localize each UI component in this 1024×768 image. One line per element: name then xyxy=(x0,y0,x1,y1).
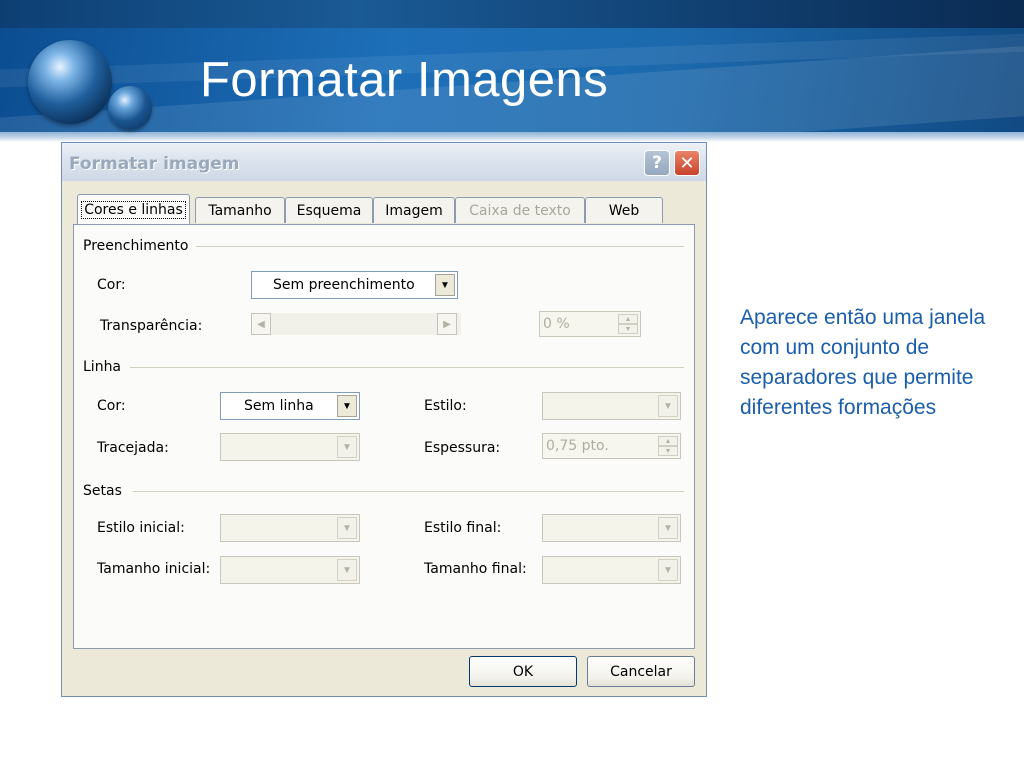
chevron-down-icon[interactable]: ▼ xyxy=(337,395,357,417)
close-icon: ✕ xyxy=(679,152,695,174)
small-globe-icon xyxy=(108,86,152,130)
end-style-label: Estilo final: xyxy=(424,520,502,536)
dashed-label: Tracejada: xyxy=(97,440,169,456)
chevron-down-icon[interactable]: ▼ xyxy=(337,436,357,458)
spin-down-icon[interactable]: ▼ xyxy=(658,446,678,456)
tab-tamanho[interactable]: Tamanho xyxy=(195,197,285,223)
header-rule xyxy=(0,132,1024,142)
side-description-text: Aparece então uma janela com um conjunto… xyxy=(740,306,986,419)
begin-style-dropdown[interactable]: ▼ xyxy=(220,514,360,542)
globe-logo-icon xyxy=(28,40,112,124)
cancel-button[interactable]: Cancelar xyxy=(587,656,695,687)
spin-up-icon[interactable]: ▲ xyxy=(618,314,638,324)
chevron-down-icon[interactable]: ▼ xyxy=(658,395,678,417)
line-weight-label: Espessura: xyxy=(424,440,501,456)
line-color-value: Sem linha xyxy=(244,398,314,414)
tab-caixa-de-texto[interactable]: Caixa de texto xyxy=(455,197,585,223)
dialog-title: Formatar imagem xyxy=(69,154,240,174)
transparency-slider[interactable]: ◀ ▶ xyxy=(251,313,461,335)
tab-esquema[interactable]: Esquema xyxy=(285,197,373,223)
spin-down-icon[interactable]: ▼ xyxy=(618,324,638,334)
end-style-dropdown[interactable]: ▼ xyxy=(542,514,681,542)
chevron-down-icon[interactable]: ▼ xyxy=(658,517,678,539)
begin-size-dropdown[interactable]: ▼ xyxy=(220,556,360,584)
fill-color-value: Sem preenchimento xyxy=(273,277,415,293)
top-band xyxy=(0,0,1024,28)
end-size-label: Tamanho final: xyxy=(424,561,527,577)
line-color-label: Cor: xyxy=(97,398,126,414)
help-button[interactable]: ? xyxy=(644,150,670,176)
line-style-dropdown[interactable]: ▼ xyxy=(542,392,681,420)
transparency-label: Transparência: xyxy=(100,318,203,334)
transparency-spinner[interactable]: 0 % ▲ ▼ xyxy=(539,311,641,337)
tab-cores-e-linhas[interactable]: Cores e linhas xyxy=(77,194,190,224)
fill-color-label: Cor: xyxy=(97,277,126,293)
spin-up-icon[interactable]: ▲ xyxy=(658,436,678,446)
slider-right-arrow-icon[interactable]: ▶ xyxy=(437,313,457,335)
begin-style-label: Estilo inicial: xyxy=(97,520,185,536)
line-weight-spinner[interactable]: 0,75 pto. ▲ ▼ xyxy=(542,433,681,459)
line-group-label: Linha xyxy=(83,359,122,375)
line-color-dropdown[interactable]: Sem linha ▼ xyxy=(220,392,360,420)
line-group-divider xyxy=(130,367,684,368)
tab-web[interactable]: Web xyxy=(585,197,663,223)
chevron-down-icon[interactable]: ▼ xyxy=(337,517,357,539)
fill-color-dropdown[interactable]: Sem preenchimento ▼ xyxy=(251,271,458,299)
fill-group-label: Preenchimento xyxy=(83,238,189,254)
line-weight-value: 0,75 pto. xyxy=(546,438,609,454)
chevron-down-icon[interactable]: ▼ xyxy=(435,274,455,296)
dialog-titlebar[interactable]: Formatar imagem ? ✕ xyxy=(62,143,706,181)
dashed-dropdown[interactable]: ▼ xyxy=(220,433,360,461)
close-button[interactable]: ✕ xyxy=(674,150,700,176)
arrows-group-divider xyxy=(133,491,684,492)
line-style-label: Estilo: xyxy=(424,398,467,414)
arrows-group-label: Setas xyxy=(83,483,122,499)
help-icon: ? xyxy=(652,153,662,173)
transparency-value: 0 % xyxy=(543,316,570,332)
begin-size-label: Tamanho inicial: xyxy=(97,561,211,577)
chevron-down-icon[interactable]: ▼ xyxy=(337,559,357,581)
ok-button[interactable]: OK xyxy=(469,656,577,687)
chevron-down-icon[interactable]: ▼ xyxy=(658,559,678,581)
slider-left-arrow-icon[interactable]: ◀ xyxy=(251,313,271,335)
fill-group-divider xyxy=(196,246,684,247)
slide-title: Formatar Imagens xyxy=(200,53,609,107)
tab-imagem[interactable]: Imagem xyxy=(373,197,455,223)
end-size-dropdown[interactable]: ▼ xyxy=(542,556,681,584)
